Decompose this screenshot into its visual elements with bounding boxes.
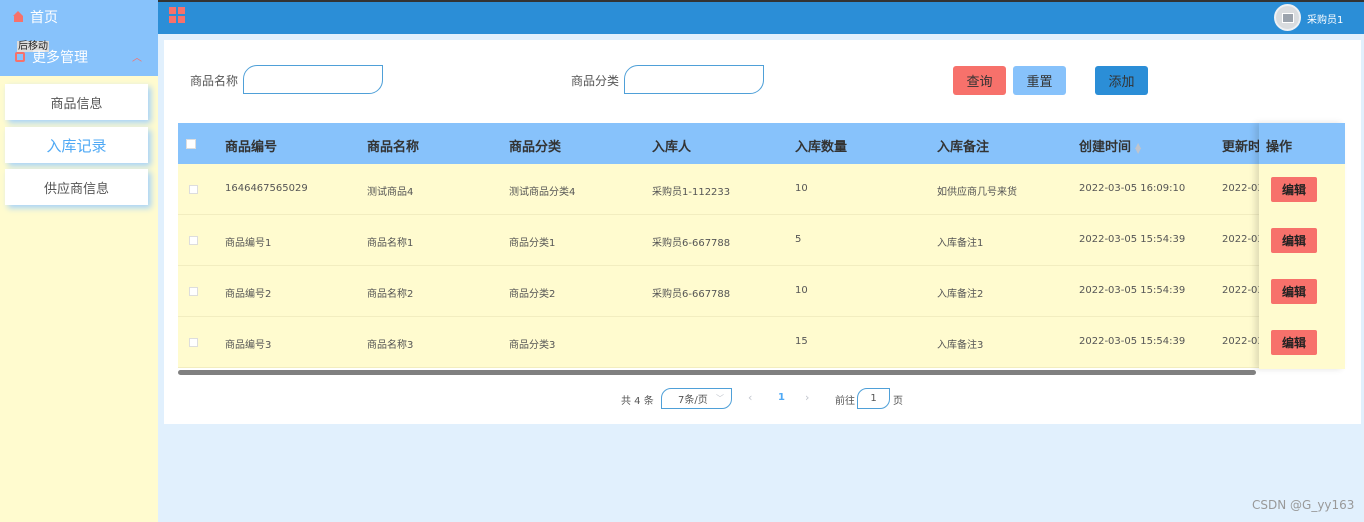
goods-name-label: 商品名称 [190, 74, 239, 88]
cell-name: 测试商品4 [367, 187, 414, 198]
cell-name: 商品名称1 [367, 238, 414, 249]
edit-button[interactable]: 编辑 [1271, 330, 1317, 355]
cell-code: 商品编号2 [225, 289, 272, 300]
goods-name-input[interactable] [243, 65, 383, 94]
cell-category: 商品分类1 [509, 238, 556, 249]
query-button[interactable]: 查询 [953, 66, 1006, 95]
cell-created: 2022-03-05 15:54:39 [1079, 336, 1186, 347]
goto-page-input[interactable]: 1 [857, 388, 890, 409]
chevron-down-icon: ﹀ [716, 394, 724, 403]
sidebar-more-management[interactable]: 后移动 更多管理 ︿ [0, 34, 158, 76]
sidebar-more-label: 更多管理 [32, 50, 88, 66]
col-stock-person: 入库人 [652, 140, 692, 155]
operation-header: 操作 [1259, 123, 1345, 164]
col-goods-category: 商品分类 [509, 140, 562, 155]
cell-remark: 入库备注3 [937, 340, 984, 351]
sidebar-item-stock-records[interactable]: 入库记录 [5, 127, 148, 163]
row-checkbox[interactable] [189, 287, 198, 296]
table-header: 商品编号 商品名称 商品分类 入库人 入库数量 入库备注 创建时间 ▲ ▼ 更新时间 [178, 123, 1345, 164]
page-suffix-label: 页 [893, 396, 903, 407]
cell-updated: 2022-03 [1222, 336, 1264, 347]
cell-created: 2022-03-05 15:54:39 [1079, 234, 1186, 245]
edit-button[interactable]: 编辑 [1271, 279, 1317, 304]
menu-icon [15, 52, 25, 62]
sidebar-item-goods-info[interactable]: 商品信息 [5, 84, 148, 120]
image-icon [1281, 12, 1294, 23]
page-size-value: 7条/页 [678, 395, 708, 406]
next-page-icon[interactable]: › [805, 391, 809, 404]
cell-category: 商品分类3 [509, 340, 556, 351]
menu-toggle-icon[interactable] [169, 7, 185, 23]
cell-created: 2022-03-05 15:54:39 [1079, 285, 1186, 296]
sidebar-home-label: 首页 [30, 10, 58, 26]
cell-category: 测试商品分类4 [509, 187, 576, 198]
add-button[interactable]: 添加 [1095, 66, 1148, 95]
watermark: CSDN @G_yy163 [1252, 498, 1355, 512]
cell-code: 商品编号1 [225, 238, 272, 249]
col-stock-qty: 入库数量 [795, 140, 848, 155]
cell-remark: 如供应商几号来货 [937, 187, 1017, 198]
sidebar: 首页 后移动 更多管理 ︿ 商品信息 入库记录 供应商信息 [0, 0, 158, 522]
select-all-checkbox[interactable] [186, 139, 196, 149]
row-checkbox[interactable] [189, 338, 198, 347]
edit-button[interactable]: 编辑 [1271, 228, 1317, 253]
table-row: 商品编号3 商品名称3 商品分类3 15 入库备注3 2022-03-05 15… [178, 317, 1264, 368]
username[interactable]: 采购员1 [1307, 11, 1343, 26]
col-operation: 操作 [1266, 140, 1293, 155]
sort-icon[interactable]: ▲ ▼ [1135, 141, 1141, 154]
cell-person: 采购员1-112233 [652, 187, 731, 198]
cell-code: 1646467565029 [225, 183, 308, 194]
cell-qty: 10 [795, 183, 808, 194]
cell-code: 商品编号3 [225, 340, 272, 351]
col-goods-name: 商品名称 [367, 140, 420, 155]
chevron-up-icon: ︿ [132, 53, 142, 64]
row-checkbox[interactable] [189, 185, 198, 194]
cell-updated: 2022-03 [1222, 285, 1264, 296]
col-stock-remark: 入库备注 [937, 140, 990, 155]
pagination-total: 共 4 条 [621, 396, 654, 407]
horizontal-scrollbar[interactable] [178, 370, 1256, 375]
page-size-select[interactable]: 7条/页 ﹀ [661, 388, 732, 409]
cell-category: 商品分类2 [509, 289, 556, 300]
sidebar-home[interactable]: 首页 [0, 0, 158, 34]
prev-page-icon[interactable]: ‹ [748, 391, 752, 404]
table-row: 商品编号1 商品名称1 商品分类1 采购员6-667788 5 入库备注1 20… [178, 215, 1264, 266]
home-icon [13, 10, 23, 22]
table-row: 商品编号2 商品名称2 商品分类2 采购员6-667788 10 入库备注2 2… [178, 266, 1264, 317]
goods-category-label: 商品分类 [571, 74, 620, 88]
avatar[interactable] [1274, 4, 1301, 31]
cell-remark: 入库备注2 [937, 289, 984, 300]
cell-name: 商品名称2 [367, 289, 414, 300]
col-goods-code: 商品编号 [225, 140, 278, 155]
page-number-current[interactable]: 1 [778, 392, 785, 403]
cell-person: 采购员6-667788 [652, 238, 731, 249]
row-checkbox[interactable] [189, 236, 198, 245]
goto-label: 前往 [835, 396, 855, 407]
cell-person: 采购员6-667788 [652, 289, 731, 300]
cell-remark: 入库备注1 [937, 238, 984, 249]
cell-updated: 2022-03 [1222, 183, 1264, 194]
col-created-time-label: 创建时间 [1079, 140, 1132, 155]
edit-button[interactable]: 编辑 [1271, 177, 1317, 202]
top-bar: 采购员1 [158, 0, 1364, 34]
cell-qty: 5 [795, 234, 802, 245]
cell-qty: 15 [795, 336, 808, 347]
reset-button[interactable]: 重置 [1013, 66, 1066, 95]
operation-column: 操作 编辑 编辑 编辑 编辑 [1259, 123, 1345, 369]
main-panel: 商品名称 商品分类 查询 重置 添加 商品编号 商品名称 商品分类 入库人 入库… [164, 40, 1361, 424]
cell-created: 2022-03-05 16:09:10 [1079, 183, 1186, 194]
cell-qty: 10 [795, 285, 808, 296]
table-row: 1646467565029 测试商品4 测试商品分类4 采购员1-112233 … [178, 164, 1264, 215]
cell-name: 商品名称3 [367, 340, 414, 351]
cell-updated: 2022-03 [1222, 234, 1264, 245]
goods-category-input[interactable] [624, 65, 764, 94]
sidebar-item-supplier-info[interactable]: 供应商信息 [5, 169, 148, 205]
col-created-time[interactable]: 创建时间 ▲ ▼ [1079, 136, 1141, 155]
